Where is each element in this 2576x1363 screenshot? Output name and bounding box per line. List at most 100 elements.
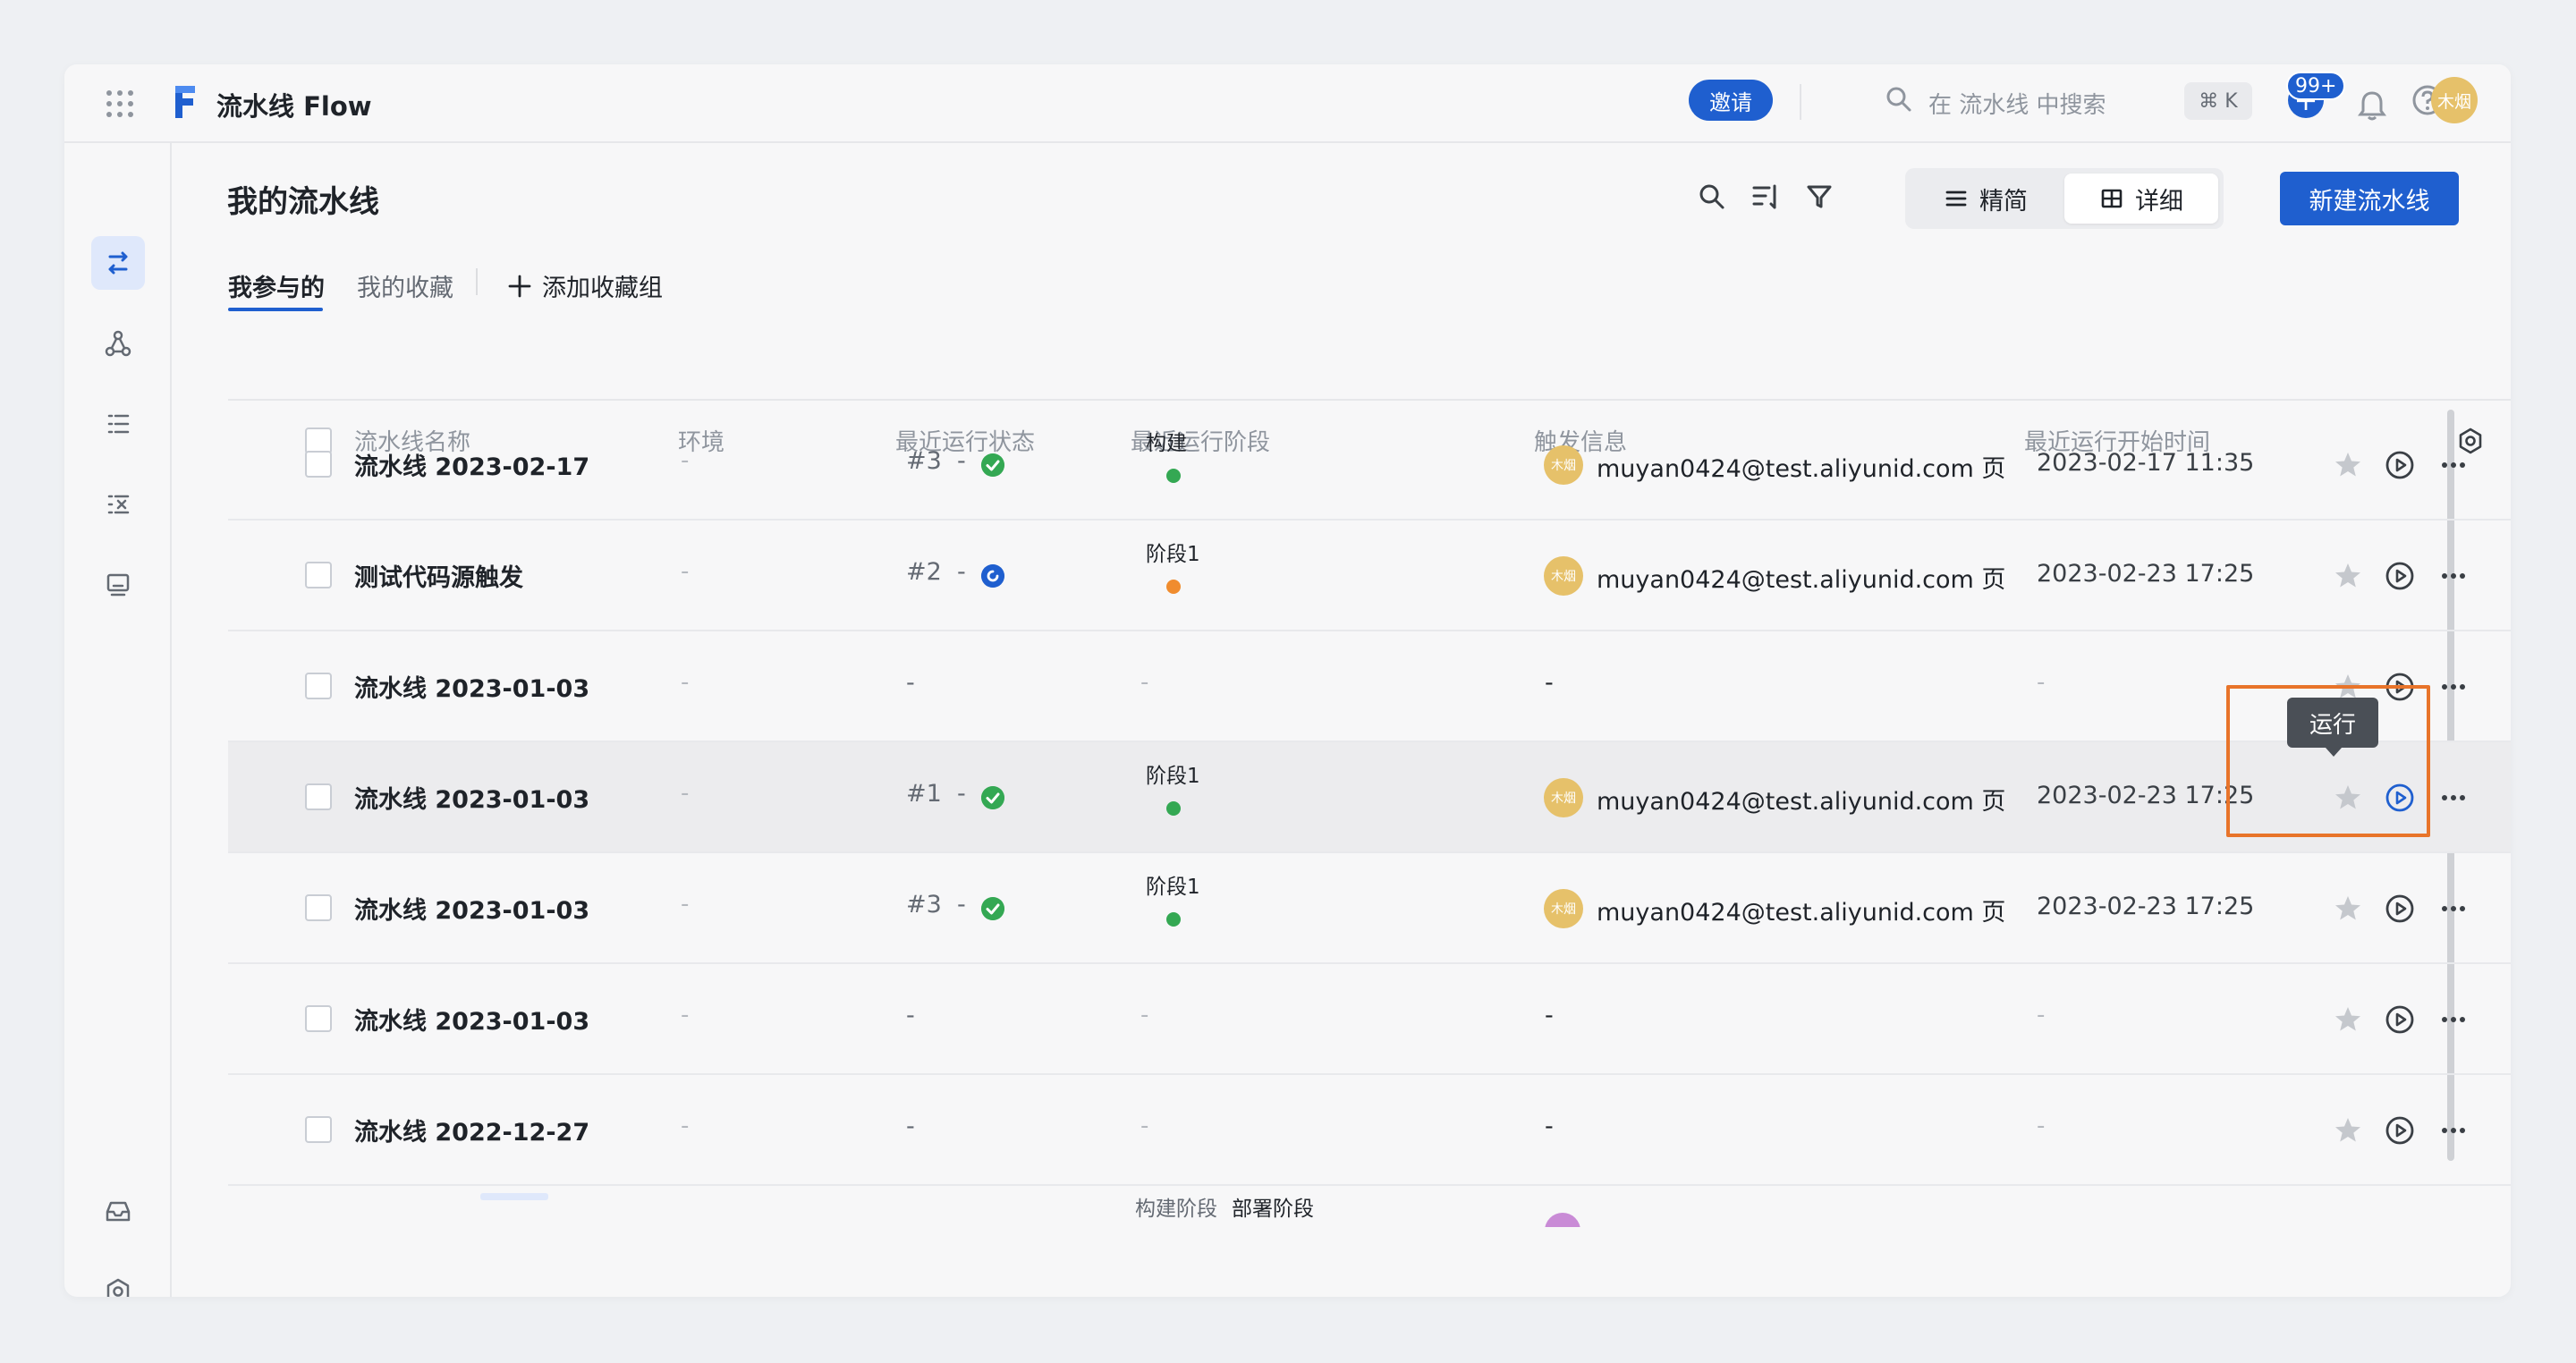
- notification-icon[interactable]: [2354, 88, 2390, 123]
- run-icon[interactable]: [2384, 1003, 2416, 1036]
- sort-icon[interactable]: [1750, 181, 1782, 213]
- list-icon: [107, 414, 130, 434]
- run-number[interactable]: -: [906, 669, 915, 697]
- table-icon: [2101, 189, 2123, 208]
- run-separator: -: [957, 780, 966, 808]
- pipeline-name[interactable]: 流水线 2023-01-03: [354, 780, 589, 815]
- star-icon[interactable]: [2332, 560, 2364, 592]
- pipeline-name[interactable]: 流水线 2022-12-27: [354, 1113, 589, 1147]
- pipeline-name[interactable]: 流水线 2023-01-03: [354, 891, 589, 926]
- tab-favorites[interactable]: 我的收藏: [357, 268, 453, 303]
- user-avatar[interactable]: 木烟: [2431, 77, 2478, 123]
- more-icon[interactable]: [2437, 560, 2470, 592]
- table-row[interactable]: 流水线 2023-01-03- #3- 阶段1 木烟 muyan0424@test.al…: [228, 853, 2511, 964]
- run-separator: -: [957, 447, 966, 475]
- flow-logo-icon: [175, 86, 195, 118]
- run-number[interactable]: -: [906, 1002, 915, 1029]
- partial-row: 构建阶段 部署阶段: [228, 1184, 2511, 1227]
- stage-name: -: [1140, 1002, 1149, 1029]
- filter-icon[interactable]: [1803, 181, 1835, 213]
- trigger-avatar: 木烟: [1544, 556, 1583, 596]
- row-checkbox[interactable]: [305, 562, 332, 588]
- sidebar-item-settings[interactable]: [91, 1265, 145, 1297]
- new-pipeline-button[interactable]: 新建流水线: [2280, 172, 2459, 225]
- pipeline-name[interactable]: 测试代码源触发: [354, 558, 523, 593]
- app-grid-icon[interactable]: [104, 88, 136, 120]
- add-group-button[interactable]: 添加收藏组: [506, 268, 663, 303]
- view-compact-label: 精简: [1979, 187, 2028, 216]
- tab-participated[interactable]: 我参与的: [228, 268, 325, 303]
- global-search-input[interactable]: 在 流水线 中搜索: [1928, 87, 2106, 120]
- row-checkbox[interactable]: [305, 783, 332, 810]
- run-number[interactable]: -: [906, 1113, 915, 1140]
- run-icon[interactable]: [2384, 449, 2416, 481]
- stage-status-dot: [1166, 580, 1181, 594]
- stage-name: 阶段1: [1146, 876, 1200, 899]
- start-time: 2023-02-23 17:25: [2037, 560, 2255, 588]
- star-icon[interactable]: [2332, 1003, 2364, 1036]
- star-icon[interactable]: [2332, 1114, 2364, 1147]
- table-row[interactable]: 流水线 2023-01-03 - - - - -: [228, 631, 2511, 742]
- sidebar-item-tasks[interactable]: [91, 478, 145, 531]
- pipeline-name[interactable]: 流水线 2023-02-17: [354, 447, 589, 482]
- run-icon[interactable]: [2384, 893, 2416, 925]
- star-icon[interactable]: [2332, 893, 2364, 925]
- checklist-icon: [107, 495, 130, 514]
- success-icon: [981, 453, 1004, 477]
- view-compact-button[interactable]: 精简: [1911, 174, 2061, 224]
- run-icon[interactable]: [2384, 560, 2416, 592]
- row-checkbox[interactable]: [305, 451, 332, 478]
- view-detail-button[interactable]: 详细: [2064, 174, 2218, 224]
- more-icon[interactable]: [2437, 449, 2470, 481]
- stage-status-dot: [1166, 912, 1181, 927]
- pipeline-name[interactable]: 流水线 2023-01-03: [354, 669, 589, 704]
- divider: [1800, 84, 1801, 120]
- stage-name: 阶段1: [1146, 765, 1200, 788]
- sidebar-item-list[interactable]: [91, 397, 145, 451]
- page-title: 我的流水线: [227, 184, 379, 220]
- table-row[interactable]: 流水线 2023-01-03- #1- 阶段1 木烟 muyan0424@test.al…: [228, 742, 2511, 853]
- run-number[interactable]: #3: [906, 891, 942, 919]
- more-icon[interactable]: [2437, 1114, 2470, 1147]
- more-icon[interactable]: [2437, 1003, 2470, 1036]
- invite-button[interactable]: 邀请: [1689, 80, 1773, 121]
- table-row[interactable]: 测试代码源触发 - #2- 阶段1 木烟 muyan0424@test.aliyunid.…: [228, 521, 2511, 631]
- pipeline-name[interactable]: 流水线 2023-01-03: [354, 1002, 589, 1037]
- table-row[interactable]: 流水线 2023-01-03 - - - - -: [228, 964, 2511, 1075]
- env-value: -: [681, 1002, 690, 1029]
- run-number[interactable]: #1: [906, 780, 942, 808]
- run-number[interactable]: #3: [906, 447, 942, 475]
- env-value: -: [681, 558, 690, 585]
- sidebar-item-pipelines[interactable]: [91, 236, 145, 290]
- more-icon[interactable]: [2437, 671, 2470, 703]
- success-icon: [981, 786, 1004, 809]
- run-icon[interactable]: [2384, 1114, 2416, 1147]
- sidebar-item-hosts[interactable]: [91, 558, 145, 612]
- run-number[interactable]: #2: [906, 558, 942, 586]
- plus-icon: [508, 275, 531, 297]
- menu-icon: [1945, 190, 1967, 207]
- sidebar-item-inbox[interactable]: [91, 1184, 145, 1238]
- env-value: -: [681, 891, 690, 918]
- row-checkbox[interactable]: [305, 673, 332, 699]
- search-icon[interactable]: [1884, 84, 1914, 114]
- stage-name: 构建: [1146, 432, 1187, 455]
- row-checkbox[interactable]: [305, 1116, 332, 1143]
- partial-tag: [480, 1193, 548, 1200]
- more-icon[interactable]: [2437, 893, 2470, 925]
- table-row[interactable]: 流水线 2023-02-17- #3- 构建 木烟 muyan0424@test.ali…: [228, 410, 2511, 521]
- view-detail-label: 详细: [2135, 187, 2183, 216]
- start-time: 2023-02-23 17:25: [2037, 893, 2255, 920]
- search-icon[interactable]: [1696, 181, 1728, 213]
- run-separator: -: [957, 891, 966, 919]
- star-icon[interactable]: [2332, 449, 2364, 481]
- partial-stage-a: 构建阶段: [1135, 1198, 1217, 1221]
- table-header: 流水线名称 环境 最近运行状态 最近运行阶段 触发信息 最近运行开始时间: [228, 342, 2511, 456]
- table-row[interactable]: 流水线 2022-12-27 - - - - -: [228, 1075, 2511, 1186]
- more-icon[interactable]: [2437, 782, 2470, 814]
- view-toggle: 精简 详细: [1905, 168, 2224, 229]
- row-checkbox[interactable]: [305, 894, 332, 921]
- sidebar-item-templates[interactable]: [91, 317, 145, 370]
- success-icon: [981, 897, 1004, 920]
- row-checkbox[interactable]: [305, 1005, 332, 1032]
